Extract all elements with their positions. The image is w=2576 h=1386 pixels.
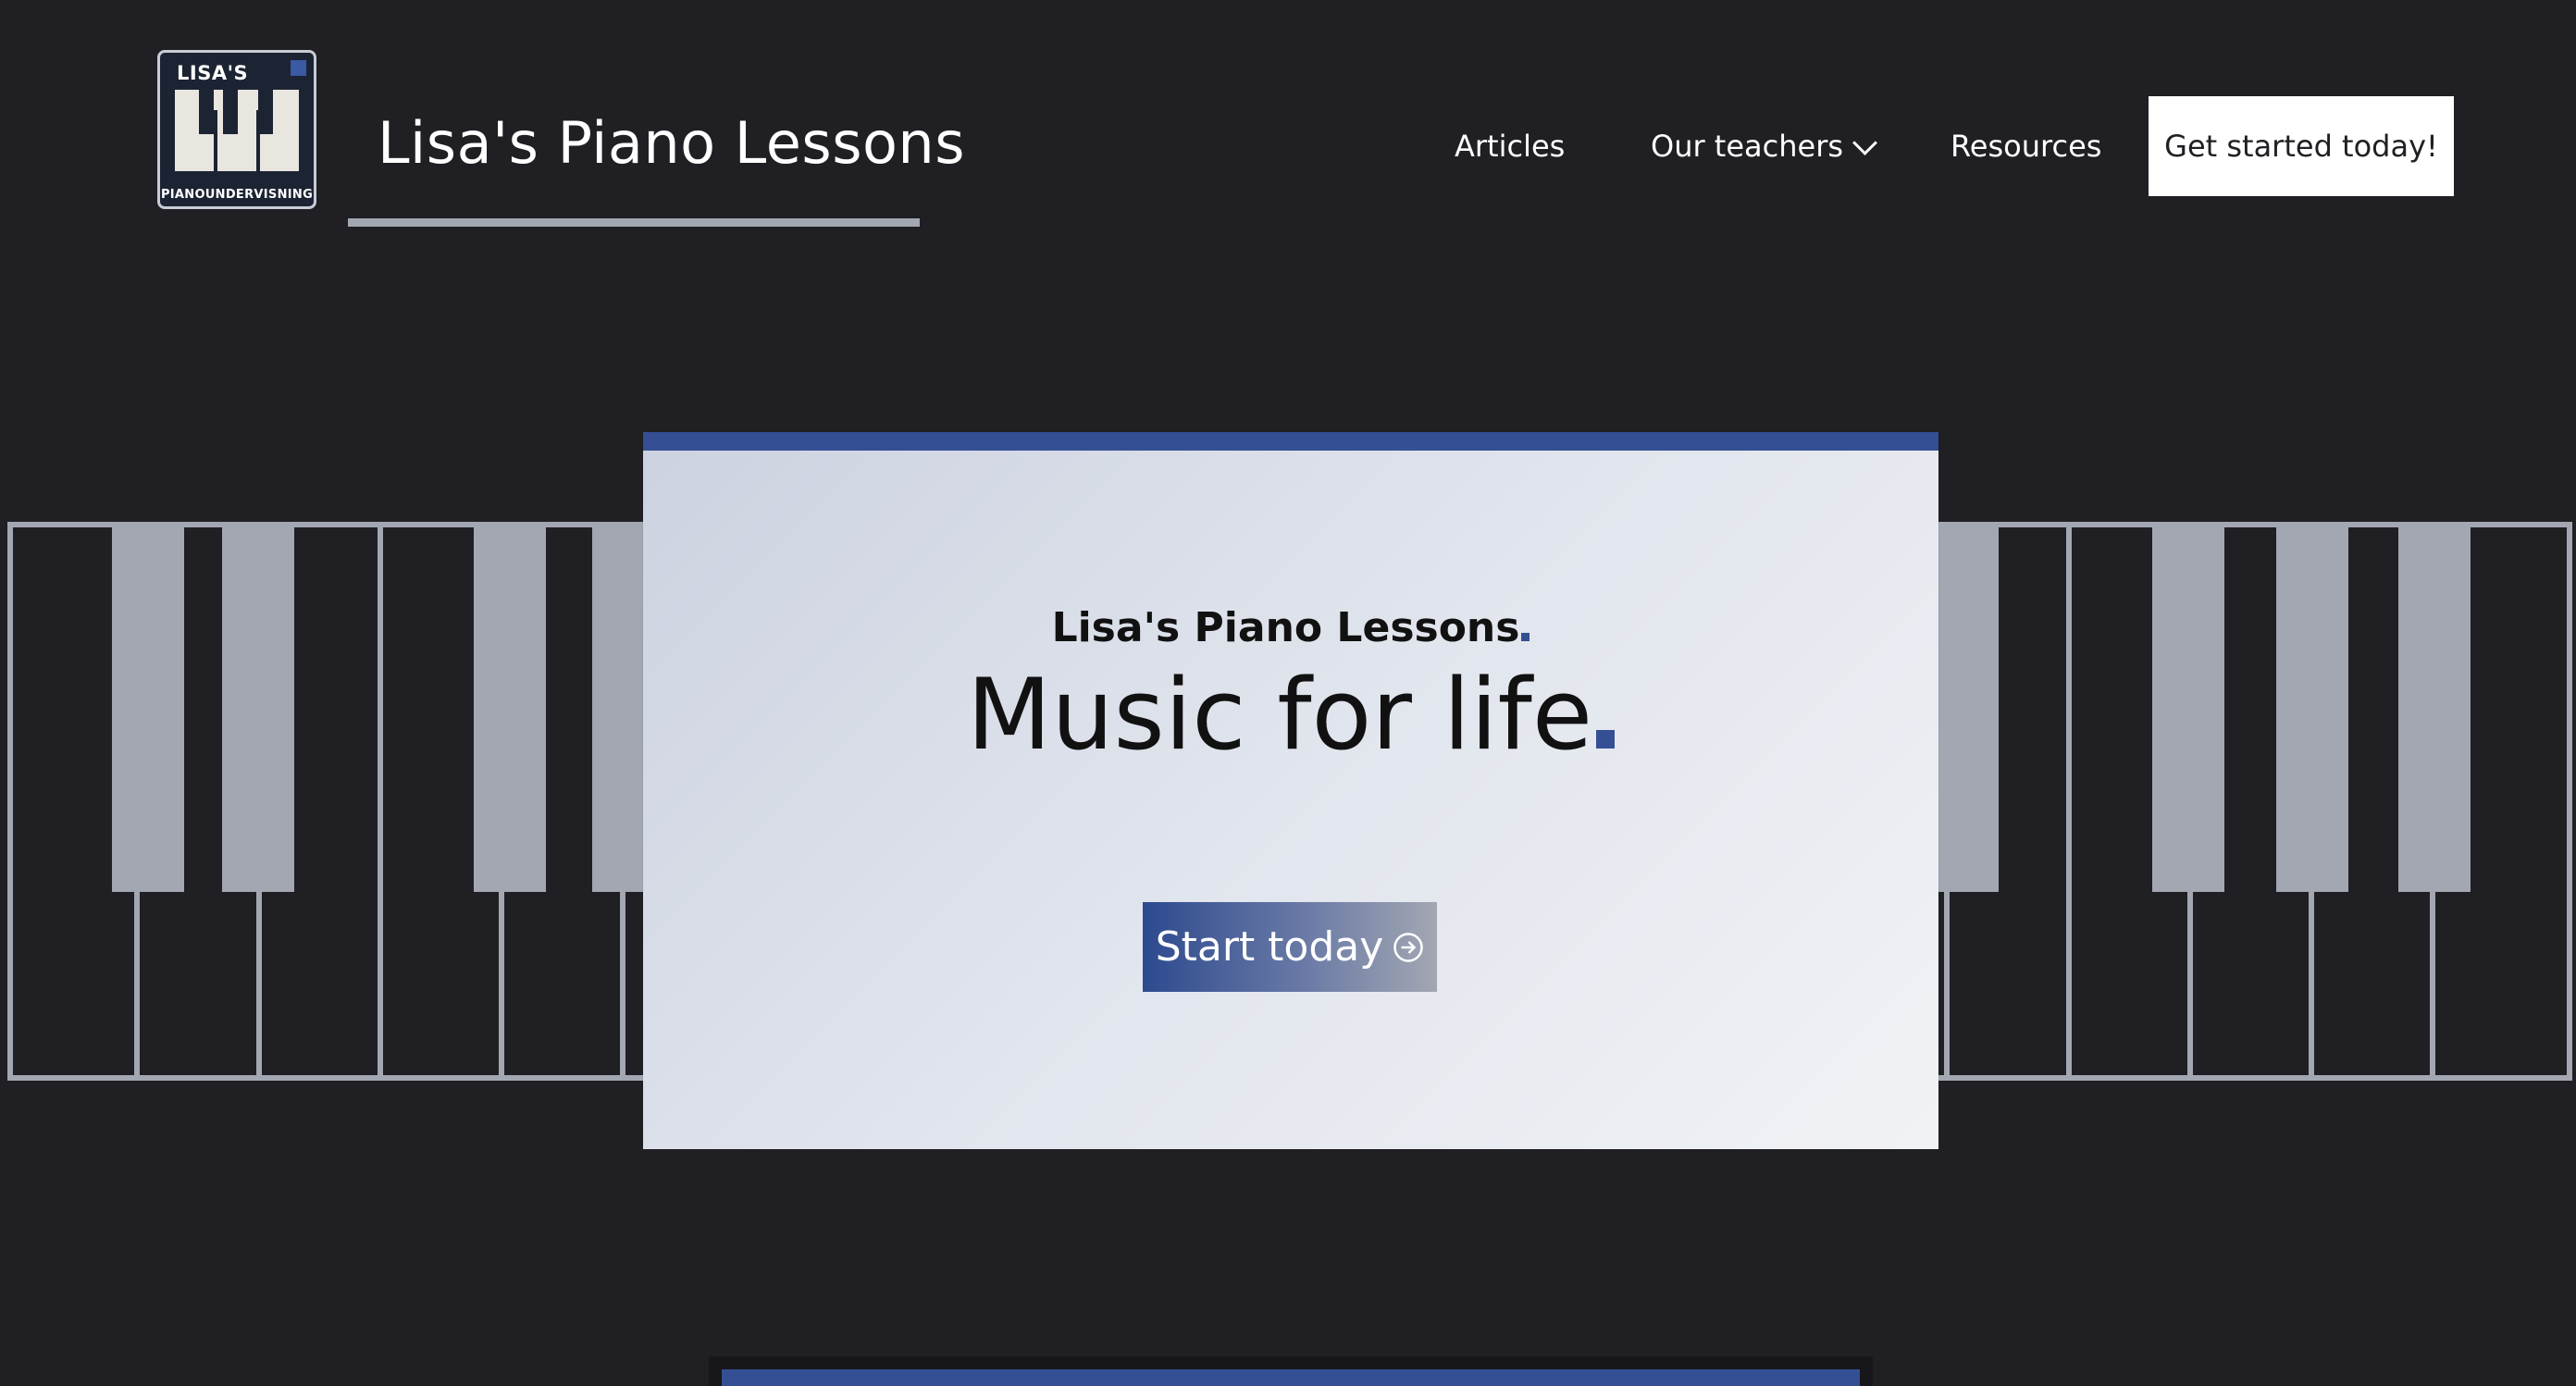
hero-title-text: Music for life bbox=[966, 658, 1593, 772]
logo-accent-square bbox=[291, 60, 306, 76]
start-today-button[interactable]: Start today bbox=[1143, 902, 1437, 992]
arrow-right-circle-icon bbox=[1393, 932, 1424, 962]
get-started-button[interactable]: Get started today! bbox=[2149, 96, 2454, 196]
black-key bbox=[2276, 527, 2348, 892]
next-section-accent-bar bbox=[722, 1369, 1860, 1386]
logo-key-divider bbox=[214, 110, 217, 171]
hero-accent-bar bbox=[643, 432, 1938, 451]
black-key bbox=[474, 527, 546, 892]
next-section-card bbox=[709, 1356, 1873, 1386]
logo-black-key bbox=[258, 90, 273, 134]
page: LISA'S PIANOUNDERVISNING Lisa's Piano Le… bbox=[0, 0, 2576, 1386]
black-key bbox=[112, 527, 184, 892]
site-title[interactable]: Lisa's Piano Lessons bbox=[378, 109, 965, 177]
accent-dot bbox=[1521, 633, 1530, 641]
site-logo[interactable]: LISA'S PIANOUNDERVISNING bbox=[157, 50, 316, 209]
hero-title: Music for life bbox=[643, 661, 1938, 770]
black-key bbox=[2152, 527, 2224, 892]
hero-card: Lisa's Piano Lessons Music for life Star… bbox=[643, 432, 1938, 1149]
white-key-divider bbox=[2066, 527, 2072, 1075]
logo-black-key bbox=[223, 90, 238, 134]
black-key bbox=[2398, 527, 2471, 892]
nav-link-articles[interactable]: Articles bbox=[1455, 96, 1565, 196]
accent-dot bbox=[1596, 730, 1616, 749]
nav-link-articles-label: Articles bbox=[1455, 129, 1566, 164]
chevron-down-icon bbox=[1852, 130, 1877, 155]
black-key bbox=[222, 527, 294, 892]
hero-subtitle-text: Lisa's Piano Lessons bbox=[1051, 604, 1520, 651]
logo-black-key bbox=[199, 90, 214, 134]
white-key-divider bbox=[378, 527, 383, 1075]
nav-link-resources[interactable]: Resources bbox=[1951, 96, 2101, 196]
hero-subtitle: Lisa's Piano Lessons bbox=[643, 604, 1938, 651]
site-title-underline bbox=[348, 218, 920, 227]
nav-dropdown-teachers[interactable]: Our teachers bbox=[1651, 96, 1877, 196]
logo-bottom-text: PIANOUNDERVISNING bbox=[160, 188, 314, 202]
logo-piano-keys bbox=[175, 90, 299, 171]
logo-top-text: LISA'S bbox=[177, 62, 249, 84]
nav-link-resources-label: Resources bbox=[1951, 129, 2102, 164]
start-today-label: Start today bbox=[1155, 923, 1384, 971]
nav-dropdown-teachers-label: Our teachers bbox=[1651, 129, 1844, 164]
